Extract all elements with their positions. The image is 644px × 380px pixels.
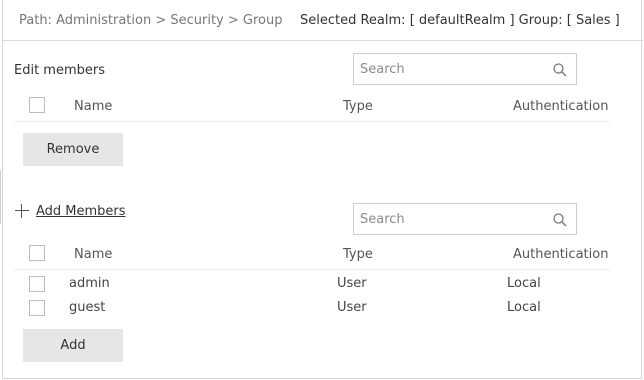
remove-button[interactable]: Remove xyxy=(23,133,123,166)
search-icon[interactable] xyxy=(552,212,568,228)
add-members-label: Add Members xyxy=(36,203,126,219)
header-bar: Path: Administration > Security > Group … xyxy=(3,0,643,41)
add-members-search xyxy=(353,203,577,235)
edit-members-title: Edit members xyxy=(14,63,105,78)
column-type[interactable]: Type xyxy=(343,99,373,114)
search-icon[interactable] xyxy=(552,62,568,78)
row-checkbox[interactable] xyxy=(29,300,45,316)
row-type: User xyxy=(337,300,367,315)
row-name: guest xyxy=(69,300,106,315)
add-members-table-header: Name Type Authentication xyxy=(14,242,610,270)
table-row[interactable]: admin User Local xyxy=(14,272,610,296)
row-authentication: Local xyxy=(507,300,541,315)
column-type[interactable]: Type xyxy=(343,247,373,262)
column-name[interactable]: Name xyxy=(74,247,112,262)
edit-members-search xyxy=(353,53,577,85)
column-name[interactable]: Name xyxy=(74,99,112,114)
edit-members-table-header: Name Type Authentication xyxy=(14,94,610,122)
select-all-checkbox[interactable] xyxy=(29,245,45,261)
edit-members-search-input[interactable] xyxy=(354,54,544,84)
select-all-checkbox[interactable] xyxy=(29,97,45,113)
realm-group-info: Selected Realm: [ defaultRealm ] Group: … xyxy=(300,13,620,28)
group-members-panel: Path: Administration > Security > Group … xyxy=(2,0,643,379)
add-members-link[interactable]: Add Members xyxy=(14,203,126,219)
row-checkbox[interactable] xyxy=(29,276,45,292)
row-type: User xyxy=(337,276,367,291)
column-authentication[interactable]: Authentication xyxy=(513,99,608,114)
table-row[interactable]: guest User Local xyxy=(14,296,610,320)
plus-icon xyxy=(14,203,30,219)
column-authentication[interactable]: Authentication xyxy=(513,247,608,262)
row-name: admin xyxy=(69,276,110,291)
add-members-search-input[interactable] xyxy=(354,204,544,234)
left-edge-divider xyxy=(0,170,1,224)
row-authentication: Local xyxy=(507,276,541,291)
breadcrumb: Path: Administration > Security > Group xyxy=(19,13,283,28)
add-button[interactable]: Add xyxy=(23,329,123,362)
